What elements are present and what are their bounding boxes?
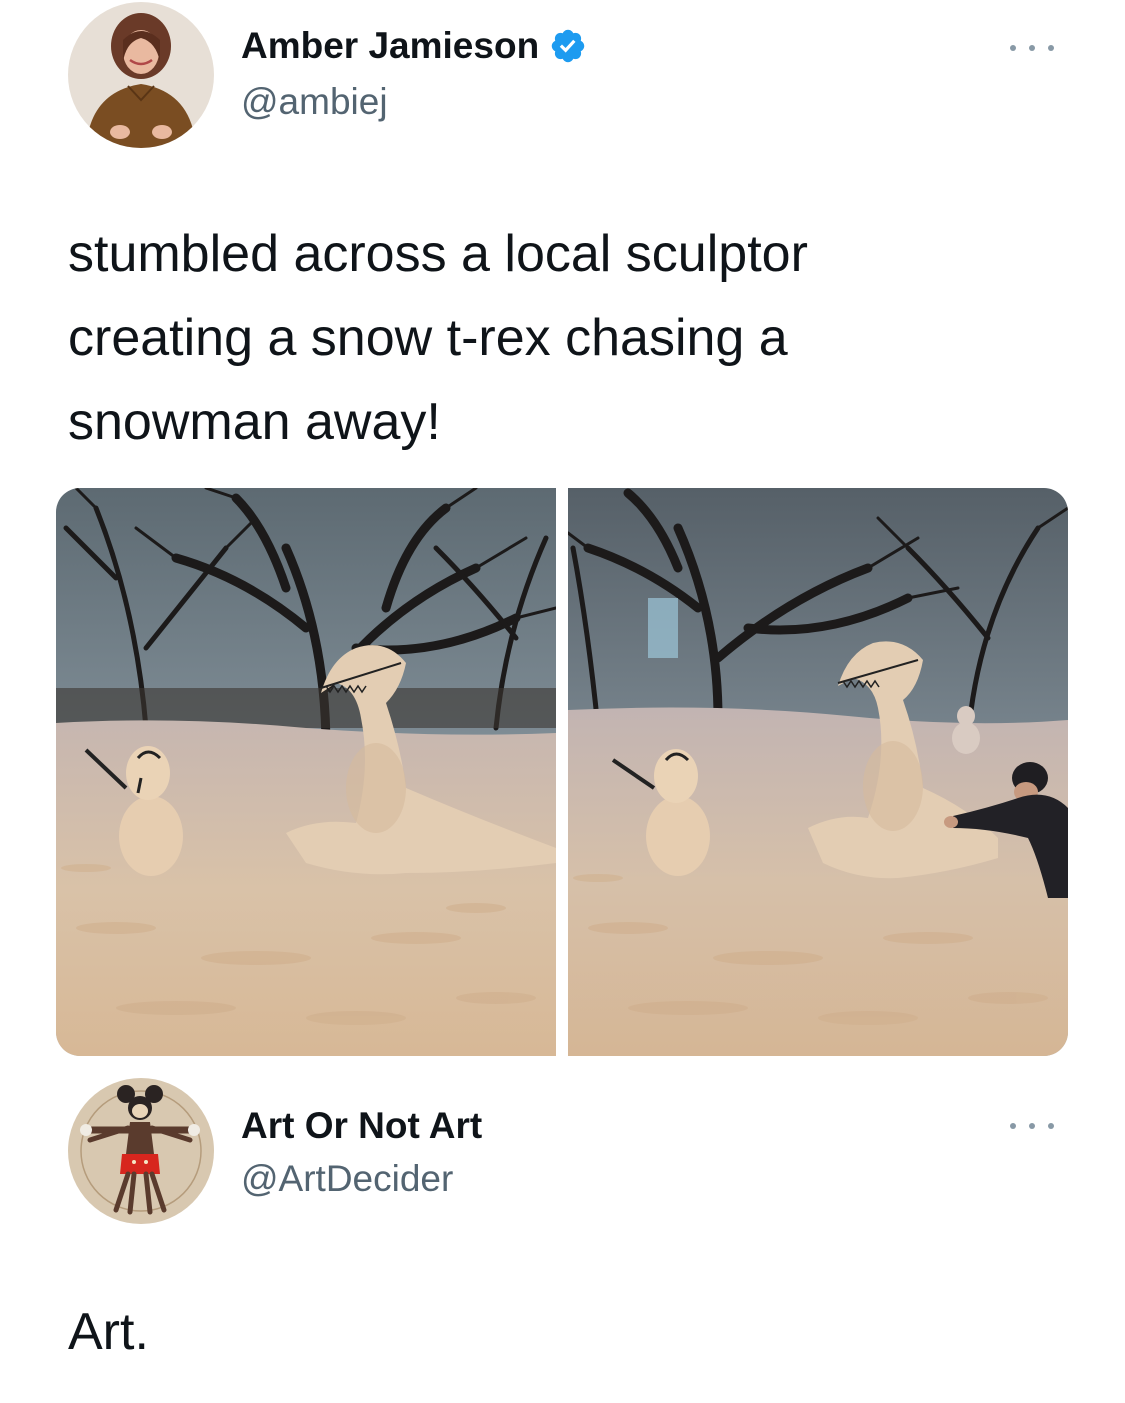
- more-options-icon[interactable]: [1010, 1116, 1054, 1136]
- author-avatar[interactable]: [68, 1078, 214, 1224]
- author-name[interactable]: Amber Jamieson: [241, 24, 587, 68]
- author-name[interactable]: Art Or Not Art: [241, 1104, 482, 1148]
- more-options-icon[interactable]: [1010, 38, 1054, 58]
- author-name-text[interactable]: Amber Jamieson: [241, 24, 539, 68]
- author-handle[interactable]: @ambiej: [241, 80, 388, 124]
- tweet-text: stumbled across a local sculptor creatin…: [68, 212, 808, 464]
- author-handle[interactable]: @ArtDecider: [241, 1157, 453, 1201]
- photo-sculptor-working-on-snow-trex-icon[interactable]: [568, 488, 1068, 1056]
- photo-snow-trex-chasing-snowman-icon[interactable]: [56, 488, 556, 1056]
- tweet-media-grid: [56, 488, 1068, 1056]
- tweet-text: Art.: [68, 1303, 149, 1361]
- tweet-text-line: snowman away!: [68, 393, 441, 451]
- tweet-text-line: stumbled across a local sculptor: [68, 225, 808, 283]
- author-avatar[interactable]: [68, 2, 214, 148]
- verified-badge-icon: [549, 27, 587, 65]
- tweet-text-line: creating a snow t-rex chasing a: [68, 309, 788, 367]
